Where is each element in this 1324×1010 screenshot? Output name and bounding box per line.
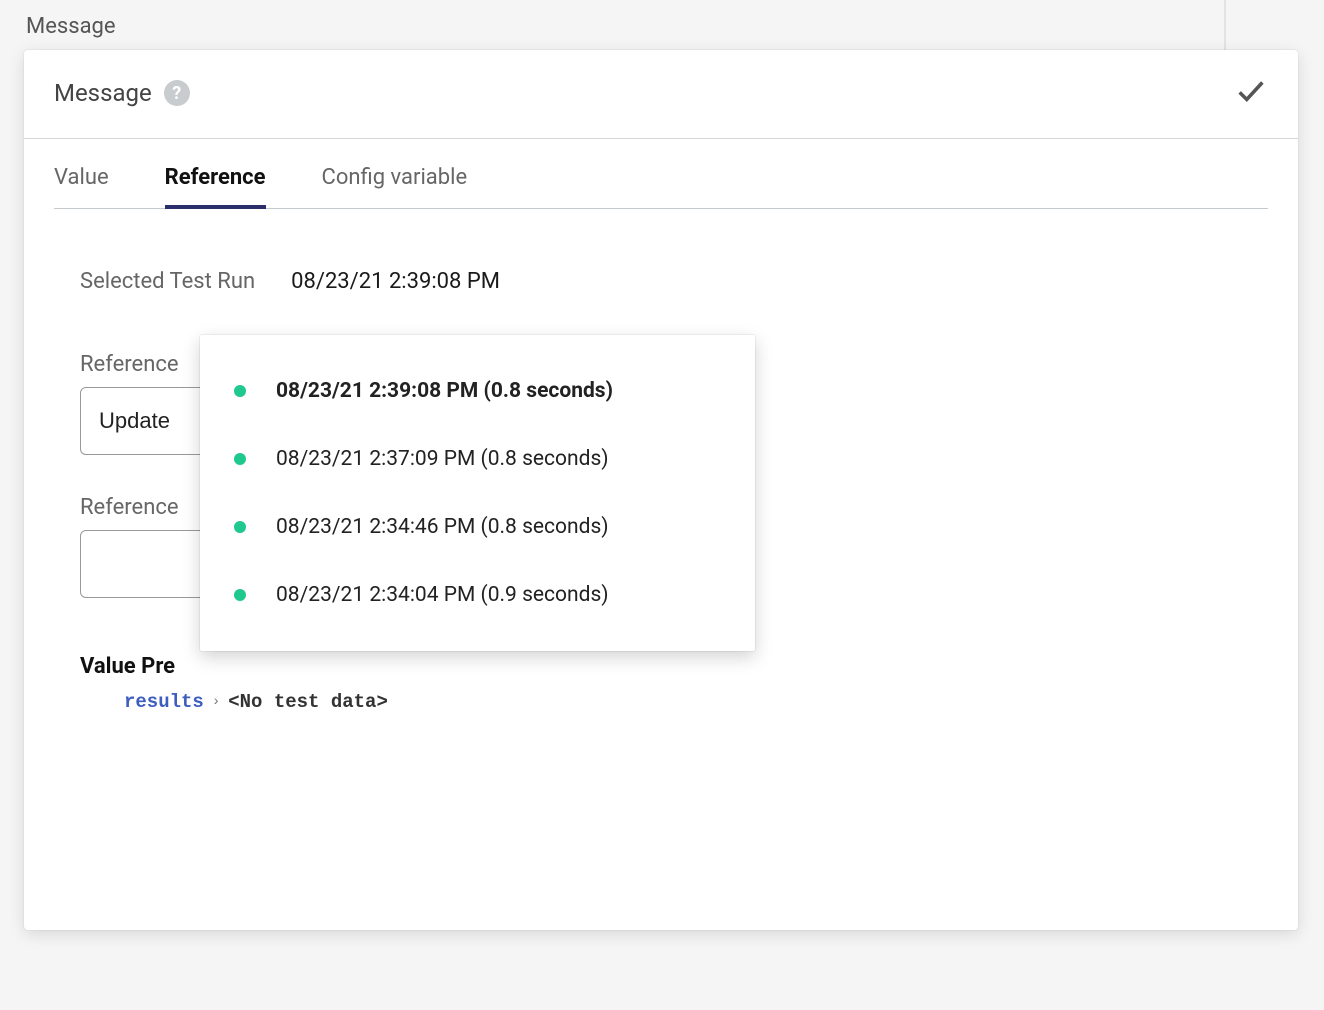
panel-border-hint — [1224, 0, 1226, 52]
value-preview-line: results › <No test data> — [80, 691, 1242, 713]
status-dot-icon — [234, 453, 246, 465]
selected-test-run-row: Selected Test Run 08/23/21 2:39:08 PM — [80, 269, 1242, 294]
message-config-panel: Message ? Value Reference Config variabl… — [24, 50, 1298, 930]
chevron-right-icon: › — [208, 694, 224, 710]
panel-header: Message ? — [24, 50, 1298, 139]
confirm-check-icon[interactable] — [1234, 74, 1268, 112]
panel-title: Message — [54, 79, 152, 107]
outer-field-label: Message — [26, 14, 116, 39]
panel-title-wrap: Message ? — [54, 79, 190, 107]
value-preview-heading: Value Pre — [80, 654, 1242, 679]
preview-results-key[interactable]: results — [124, 691, 204, 713]
input-type-tabs: Value Reference Config variable — [54, 139, 1268, 209]
test-run-option-label: 08/23/21 2:34:46 PM (0.8 seconds) — [276, 515, 609, 539]
status-dot-icon — [234, 385, 246, 397]
test-run-dropdown: 08/23/21 2:39:08 PM (0.8 seconds) 08/23/… — [200, 335, 755, 651]
status-dot-icon — [234, 589, 246, 601]
tab-config-variable[interactable]: Config variable — [322, 165, 468, 208]
status-dot-icon — [234, 521, 246, 533]
test-run-option-label: 08/23/21 2:37:09 PM (0.8 seconds) — [276, 447, 609, 471]
help-icon[interactable]: ? — [164, 80, 190, 106]
test-run-option-label: 08/23/21 2:34:04 PM (0.9 seconds) — [276, 583, 609, 607]
preview-empty-text: <No test data> — [228, 691, 388, 713]
tab-value[interactable]: Value — [54, 165, 109, 208]
tab-content: Selected Test Run 08/23/21 2:39:08 PM Re… — [24, 209, 1298, 743]
tab-reference[interactable]: Reference — [165, 165, 266, 208]
test-run-option[interactable]: 08/23/21 2:34:46 PM (0.8 seconds) — [200, 493, 755, 561]
test-run-option[interactable]: 08/23/21 2:34:04 PM (0.9 seconds) — [200, 561, 755, 629]
selected-test-run-value[interactable]: 08/23/21 2:39:08 PM — [291, 269, 500, 294]
test-run-option[interactable]: 08/23/21 2:37:09 PM (0.8 seconds) — [200, 425, 755, 493]
test-run-option[interactable]: 08/23/21 2:39:08 PM (0.8 seconds) — [200, 357, 755, 425]
selected-test-run-label: Selected Test Run — [80, 269, 255, 294]
test-run-option-label: 08/23/21 2:39:08 PM (0.8 seconds) — [276, 379, 613, 403]
